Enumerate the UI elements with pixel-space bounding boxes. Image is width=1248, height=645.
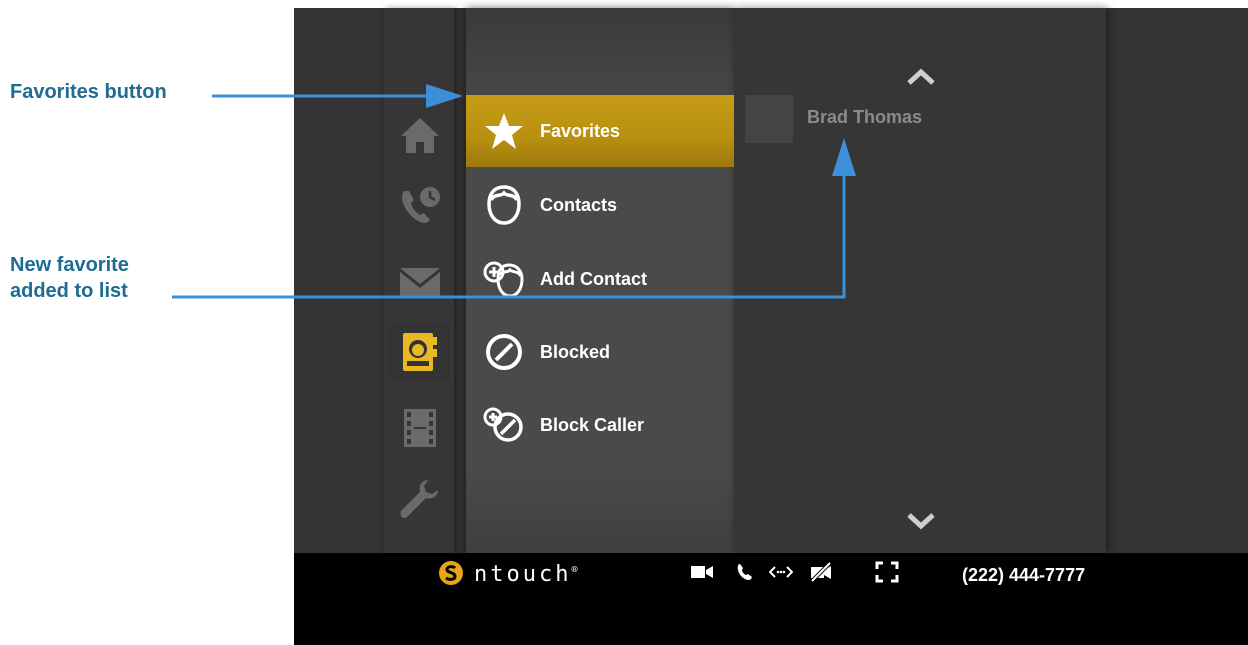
menu-contacts[interactable]: Contacts [466, 169, 734, 241]
menu-blocked-label: Blocked [540, 341, 611, 362]
phone-icon [737, 564, 752, 580]
new-favorite-callout-line1: New favorite [10, 254, 129, 276]
video-status[interactable] [689, 561, 715, 583]
video-privacy-icon [810, 562, 832, 582]
connection-icon [769, 566, 793, 578]
audio-status[interactable] [732, 561, 758, 583]
fullscreen-toggle[interactable] [874, 561, 900, 583]
home-icon [401, 118, 439, 153]
contacts-book-icon [403, 333, 437, 371]
brand-name-text: ntouch [474, 562, 572, 587]
nav-settings[interactable] [390, 468, 450, 528]
star-icon [482, 109, 526, 153]
chevron-up-icon [907, 68, 935, 85]
fullscreen-icon [875, 561, 899, 583]
chevron-down-icon [907, 513, 935, 530]
call-history-icon [402, 187, 440, 223]
brand-name: ntouch® [474, 562, 581, 587]
user-phone-number: (222) 444-7777 [962, 565, 1086, 585]
favorite-contact-name: Brad Thomas [807, 107, 923, 127]
mail-icon [400, 268, 440, 296]
menu-contacts-label: Contacts [540, 194, 618, 215]
new-favorite-callout-line2: added to list [10, 280, 128, 302]
favorites-list-panel [734, 8, 1106, 553]
film-icon [404, 409, 436, 447]
video-privacy-status[interactable] [808, 561, 834, 583]
menu-add-contact[interactable]: Add Contact [466, 243, 734, 315]
favorites-button-callout: Favorites button [10, 81, 167, 103]
menu-block-caller[interactable]: Block Caller [466, 389, 734, 461]
new-favorite-callout: New favorite added to list [10, 252, 129, 304]
brand-mark: ® [571, 564, 581, 576]
nav-call-history[interactable] [390, 176, 450, 236]
menu-blocked[interactable]: Blocked [466, 316, 734, 388]
menu-add-contact-label: Add Contact [540, 268, 647, 289]
block-caller-icon [482, 403, 526, 447]
menu-block-caller-label: Block Caller [540, 414, 645, 435]
nav-video[interactable] [390, 398, 450, 458]
nav-mail[interactable] [390, 252, 450, 312]
contact-face-icon [482, 183, 526, 227]
menu-favorites-label: Favorites [540, 120, 621, 141]
add-contact-icon [482, 257, 526, 301]
favorite-list-item[interactable]: Brad Thomas [745, 95, 922, 143]
avatar [745, 95, 793, 143]
video-icon [691, 566, 713, 578]
blocked-icon [482, 330, 526, 374]
nav-home[interactable] [390, 105, 450, 165]
wrench-icon [400, 480, 438, 519]
connection-status[interactable] [768, 561, 794, 583]
scroll-down-button[interactable] [904, 510, 938, 532]
nav-contacts[interactable] [390, 322, 450, 382]
menu-favorites[interactable]: Favorites [466, 95, 734, 167]
scroll-up-button[interactable] [904, 66, 938, 88]
ntouch-logo-icon [438, 560, 464, 586]
